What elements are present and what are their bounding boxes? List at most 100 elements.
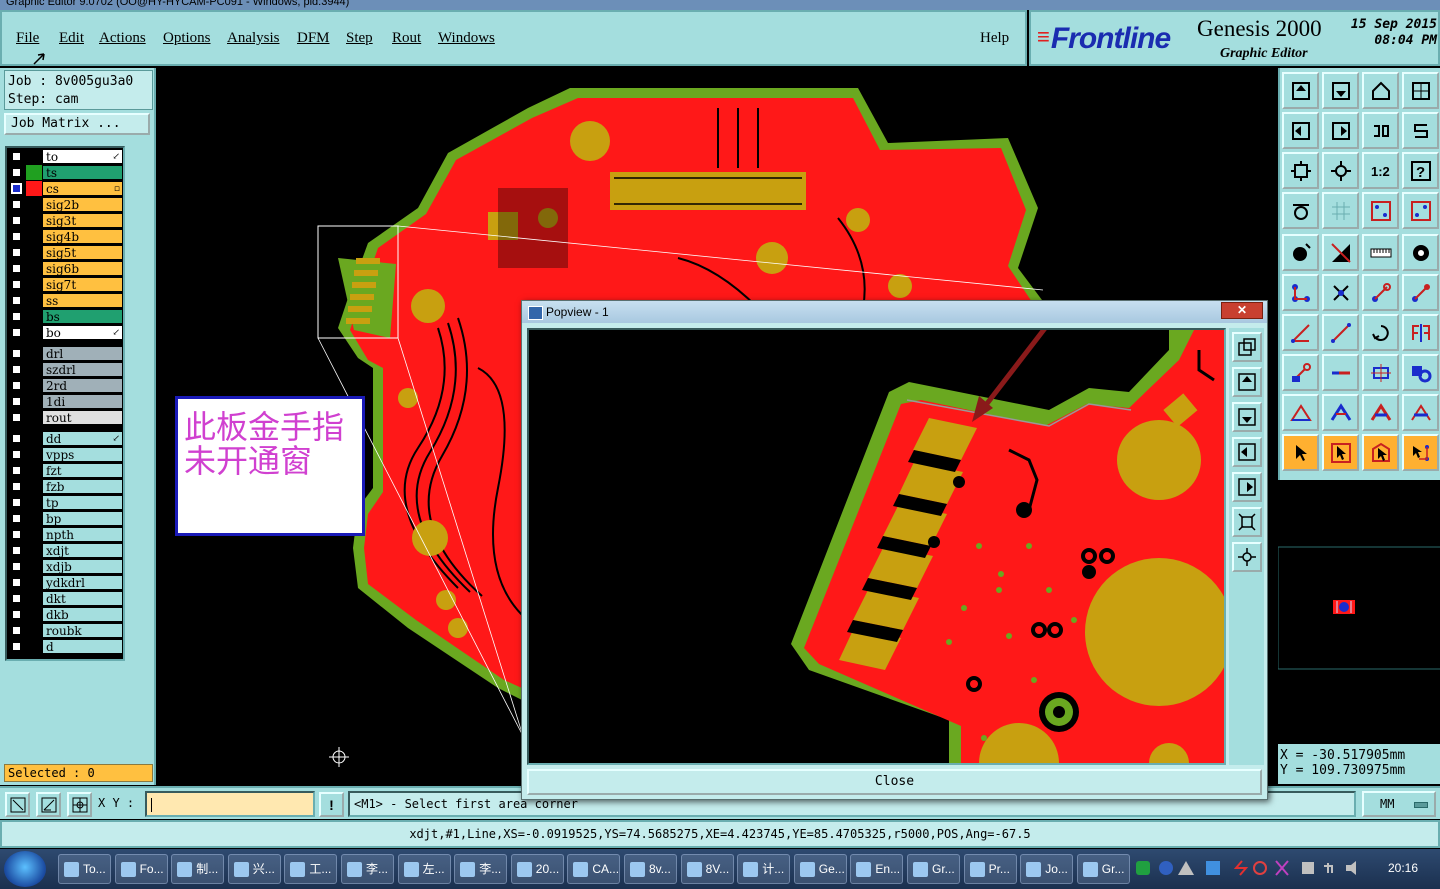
layer-color-swatch[interactable]: [26, 606, 42, 622]
layer-name[interactable]: tp: [42, 494, 123, 510]
layer-row-rout[interactable]: rout: [7, 409, 123, 425]
layer-color-swatch[interactable]: [26, 244, 42, 260]
taskbar-item[interactable]: 计...: [737, 854, 791, 884]
layer-row-xdjb[interactable]: xdjb: [7, 558, 123, 574]
grid-button[interactable]: [1322, 192, 1359, 229]
layer-checkbox[interactable]: [11, 166, 22, 178]
layer-name[interactable]: sig2b: [42, 196, 123, 212]
layer-row-dd[interactable]: dd ↙: [7, 430, 123, 446]
layer-checkbox[interactable]: [11, 379, 22, 391]
net-analyzer-button[interactable]: [1362, 192, 1399, 229]
layer-row-roubk[interactable]: roubk: [7, 622, 123, 638]
popview-zoom-in-button[interactable]: [1232, 542, 1262, 572]
layer-name[interactable]: rout: [42, 409, 123, 425]
layer-row-cs[interactable]: cs ▫: [7, 180, 123, 196]
layer-row-sig3t[interactable]: sig3t: [7, 212, 123, 228]
stretch-button[interactable]: [1322, 354, 1359, 391]
pan-up-button[interactable]: [1282, 72, 1319, 109]
chain-button[interactable]: [1402, 354, 1439, 391]
layer-color-swatch[interactable]: [26, 228, 42, 244]
select-poly-button[interactable]: [1362, 434, 1399, 471]
layer-name[interactable]: szdrl: [42, 361, 123, 377]
menu-windows[interactable]: Windows: [438, 30, 495, 47]
layer-name[interactable]: sig4b: [42, 228, 123, 244]
taskbar-item[interactable]: 兴...: [227, 854, 281, 884]
alert-button[interactable]: !: [319, 792, 344, 817]
layer-name[interactable]: drl: [42, 345, 123, 361]
layer-row-1di[interactable]: 1di: [7, 393, 123, 409]
fill-button[interactable]: [1282, 394, 1319, 431]
layer-name[interactable]: ydkdrl: [42, 574, 123, 590]
layer-row-sig4b[interactable]: sig4b: [7, 228, 123, 244]
layer-name[interactable]: 1di: [42, 393, 123, 409]
layer-checkbox[interactable]: [11, 230, 22, 242]
popview-close-x-button[interactable]: ✕: [1221, 302, 1263, 319]
pan-left-button[interactable]: [1282, 112, 1319, 149]
layer-name[interactable]: bs: [42, 308, 123, 324]
layer-color-swatch[interactable]: [26, 510, 42, 526]
measure-button[interactable]: [1362, 234, 1399, 271]
taskbar-item[interactable]: 8V...: [680, 854, 734, 884]
units-select[interactable]: MM: [1362, 791, 1436, 817]
layer-row-fzb[interactable]: fzb: [7, 478, 123, 494]
layer-color-swatch[interactable]: [26, 574, 42, 590]
layer-name[interactable]: dd ↙: [42, 430, 123, 446]
layer-name[interactable]: dkt: [42, 590, 123, 606]
menu-rout[interactable]: Rout: [392, 30, 421, 47]
menu-help[interactable]: Help: [980, 30, 1009, 47]
pan-down-button[interactable]: [1322, 72, 1359, 109]
copy-button[interactable]: [1402, 274, 1439, 311]
layer-row-dkt[interactable]: dkt: [7, 590, 123, 606]
menu-edit[interactable]: Edit: [59, 30, 84, 47]
layer-name[interactable]: xdjb: [42, 558, 123, 574]
taskbar-item[interactable]: 左...: [397, 854, 451, 884]
measure-tool-button[interactable]: [36, 792, 61, 817]
layer-row-d[interactable]: d: [7, 638, 123, 654]
delete-button[interactable]: [1322, 274, 1359, 311]
layer-color-swatch[interactable]: [26, 430, 42, 446]
layer-row-sig5t[interactable]: sig5t: [7, 244, 123, 260]
layer-row-sig6b[interactable]: sig6b: [7, 260, 123, 276]
zoom-in-button[interactable]: [1322, 152, 1359, 189]
layer-color-swatch[interactable]: [26, 148, 42, 164]
xy-input[interactable]: [145, 791, 315, 817]
taskbar-item[interactable]: En...: [850, 854, 904, 884]
layer-checkbox[interactable]: [11, 411, 22, 423]
snap-button[interactable]: [1402, 112, 1439, 149]
net-compare-button[interactable]: [1402, 192, 1439, 229]
layer-name[interactable]: cs ▫: [42, 180, 123, 196]
layer-name[interactable]: to ↙: [42, 148, 123, 164]
view-settings-button[interactable]: [1282, 192, 1319, 229]
layer-checkbox[interactable]: [11, 363, 22, 375]
layer-checkbox[interactable]: [11, 246, 22, 258]
layer-color-swatch[interactable]: [26, 462, 42, 478]
layer-name[interactable]: d: [42, 638, 123, 654]
taskbar-item[interactable]: 李...: [341, 854, 394, 884]
taskbar-item[interactable]: Jo...: [1020, 854, 1074, 884]
layer-checkbox[interactable]: [11, 448, 22, 460]
taskbar-item[interactable]: Gr...: [1076, 854, 1130, 884]
layer-checkbox[interactable]: [11, 395, 22, 407]
layer-color-swatch[interactable]: [26, 542, 42, 558]
layer-row-tp[interactable]: tp: [7, 494, 123, 510]
layer-color-swatch[interactable]: [26, 324, 42, 340]
layer-color-swatch[interactable]: [26, 590, 42, 606]
layer-row-bo[interactable]: bo ↙: [7, 324, 123, 340]
layer-checkbox[interactable]: [11, 576, 22, 588]
menu-options[interactable]: Options: [163, 30, 211, 47]
menu-analysis[interactable]: Analysis: [227, 30, 280, 47]
taskbar-item[interactable]: Pr...: [963, 854, 1017, 884]
layer-checkbox[interactable]: [11, 544, 22, 556]
layer-color-swatch[interactable]: [26, 212, 42, 228]
layer-checkbox[interactable]: [11, 214, 22, 226]
layer-row-vpps[interactable]: vpps: [7, 446, 123, 462]
layer-name[interactable]: sig3t: [42, 212, 123, 228]
menu-file[interactable]: File: [16, 30, 39, 47]
layer-name[interactable]: roubk: [42, 622, 123, 638]
layer-color-swatch[interactable]: [26, 622, 42, 638]
layer-row-drl[interactable]: drl: [7, 345, 123, 361]
layer-color-swatch[interactable]: [26, 638, 42, 654]
zoom-window-button[interactable]: [5, 792, 30, 817]
move-button[interactable]: [1362, 274, 1399, 311]
popview-pan-down-button[interactable]: [1232, 402, 1262, 432]
